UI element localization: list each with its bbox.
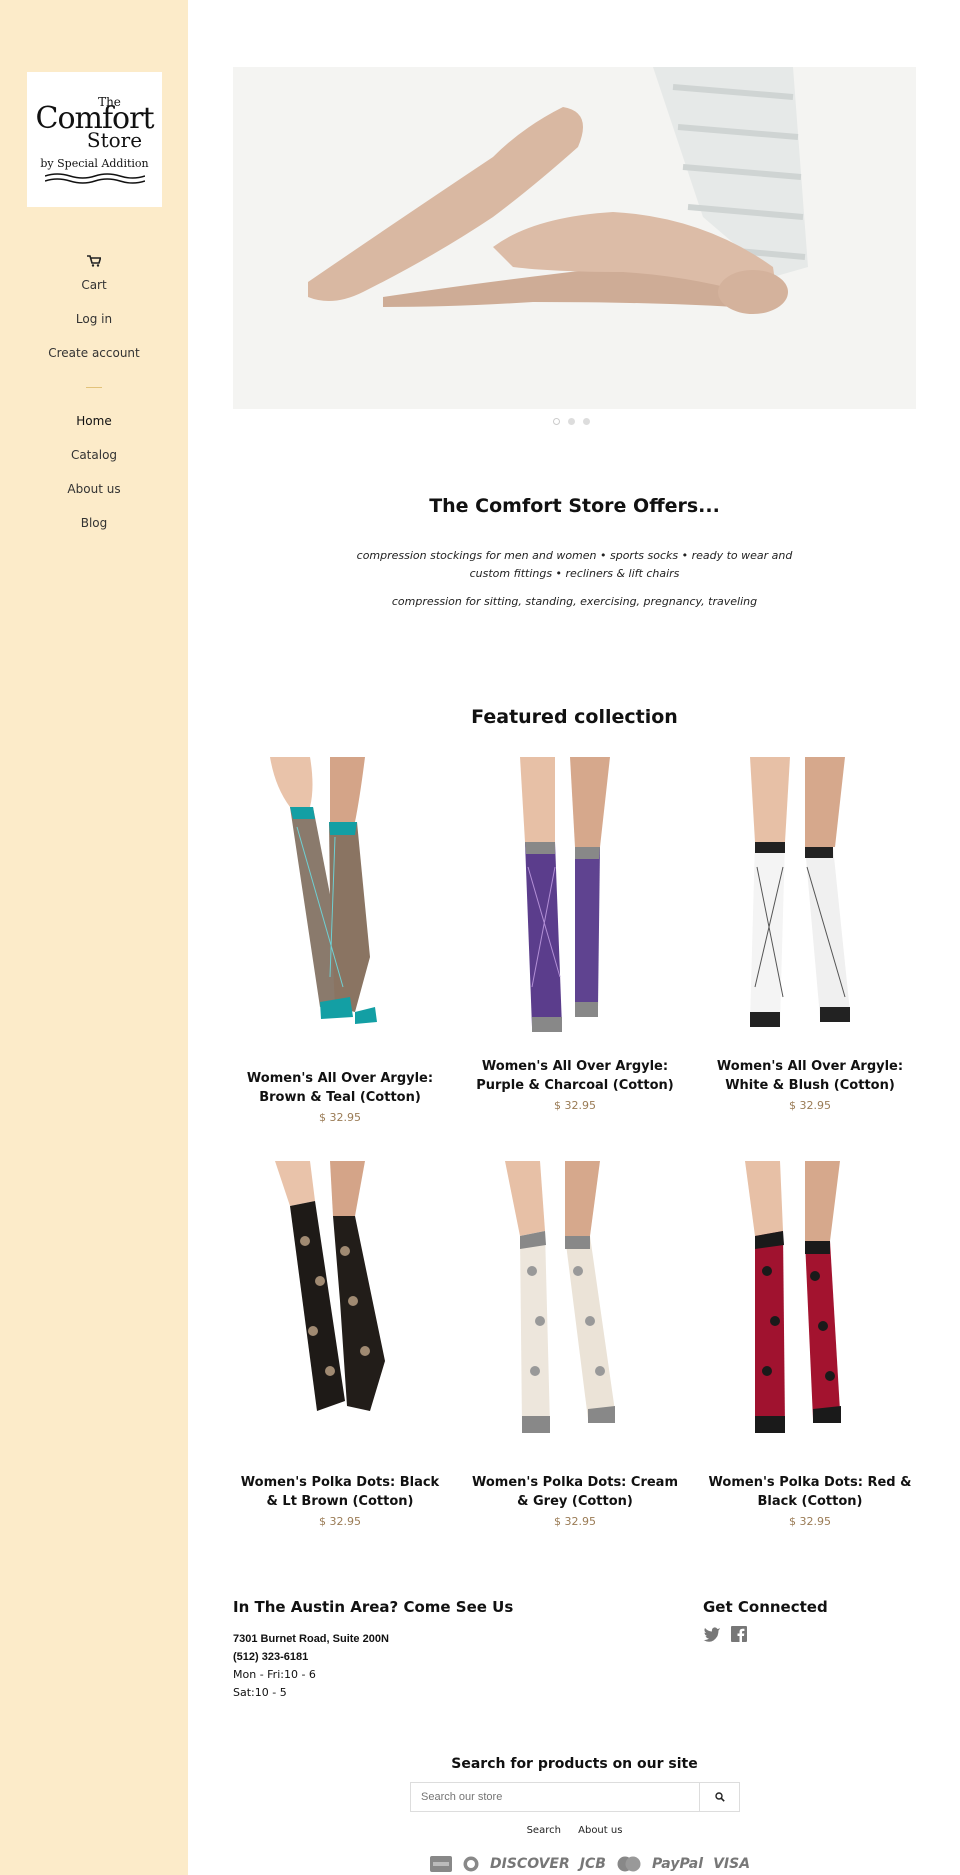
product-card[interactable]: Women's Polka Dots: Black & Lt Brown (Co… xyxy=(235,1161,445,1528)
nav-about-us[interactable]: About us xyxy=(0,472,188,506)
nav-catalog[interactable]: Catalog xyxy=(0,438,188,472)
login-link[interactable]: Log in xyxy=(0,302,188,336)
logo-byline: by Special Addition xyxy=(40,157,149,170)
store-hours-saturday: Sat:10 - 5 xyxy=(233,1686,287,1699)
sidebar: The Comfort Store by Special Addition Ca… xyxy=(0,0,188,1875)
offers-text-line2: custom fittings • recliners & lift chair… xyxy=(469,567,680,580)
twitter-icon[interactable] xyxy=(703,1626,721,1642)
product-card[interactable]: Women's Polka Dots: Red & Black (Cotton)… xyxy=(705,1161,915,1528)
account-nav: Cart Log in Create account xyxy=(0,268,188,370)
product-image[interactable] xyxy=(705,757,915,1047)
product-price: $ 32.95 xyxy=(319,1515,361,1528)
search-icon xyxy=(714,1792,725,1802)
nav-blog[interactable]: Blog xyxy=(0,506,188,540)
get-connected-heading: Get Connected xyxy=(703,1598,828,1616)
slideshow-dots xyxy=(553,418,590,425)
store-logo[interactable]: The Comfort Store by Special Addition xyxy=(27,72,162,207)
facebook-icon[interactable] xyxy=(731,1626,747,1642)
product-name[interactable]: Women's Polka Dots: Cream & Grey (Cotton… xyxy=(470,1473,680,1511)
footer-links: Search About us xyxy=(233,1825,916,1836)
footer-link-about-us[interactable]: About us xyxy=(578,1825,622,1836)
product-card[interactable]: Women's All Over Argyle: Purple & Charco… xyxy=(470,757,680,1112)
offers-text-line3: compression for sitting, standing, exerc… xyxy=(391,595,758,608)
product-image[interactable] xyxy=(705,1161,915,1451)
product-image[interactable] xyxy=(470,1161,680,1451)
hero-slideshow-image[interactable] xyxy=(233,67,916,409)
product-image[interactable] xyxy=(470,757,680,1047)
social-links xyxy=(703,1626,747,1642)
create-account-link[interactable]: Create account xyxy=(0,336,188,370)
cart-link[interactable]: Cart xyxy=(0,268,188,302)
main-nav: Home Catalog About us Blog xyxy=(0,404,188,540)
search-button[interactable] xyxy=(699,1783,739,1811)
product-price: $ 32.95 xyxy=(789,1099,831,1112)
product-card[interactable]: Women's All Over Argyle: Brown & Teal (C… xyxy=(235,757,445,1124)
slide-dot-3[interactable] xyxy=(583,418,590,425)
logo-waves xyxy=(44,173,145,184)
sidebar-divider xyxy=(86,387,102,388)
product-price: $ 32.95 xyxy=(789,1515,831,1528)
slide-dot-1[interactable] xyxy=(553,418,560,425)
diners-icon xyxy=(463,1856,479,1872)
nav-home[interactable]: Home xyxy=(0,404,188,438)
product-price: $ 32.95 xyxy=(319,1111,361,1124)
paypal-logo: PayPal xyxy=(651,1856,704,1872)
offers-text-line1: compression stockings for men and women … xyxy=(356,549,793,562)
footer-link-search[interactable]: Search xyxy=(527,1825,561,1836)
featured-collection-title: Featured collection xyxy=(471,706,678,728)
visa-logo: VISA xyxy=(713,1856,751,1872)
product-name[interactable]: Women's All Over Argyle: Purple & Charco… xyxy=(470,1057,680,1095)
search-heading: Search for products on our site xyxy=(451,1756,698,1772)
product-name[interactable]: Women's Polka Dots: Black & Lt Brown (Co… xyxy=(235,1473,445,1511)
product-image[interactable] xyxy=(235,1161,445,1451)
store-phone[interactable]: (512) 323-6181 xyxy=(233,1648,389,1666)
logo-store: Store xyxy=(86,128,143,152)
slide-dot-2[interactable] xyxy=(568,418,575,425)
product-name[interactable]: Women's All Over Argyle: White & Blush (… xyxy=(705,1057,915,1095)
hero-legs-image xyxy=(233,67,916,409)
product-card[interactable]: Women's Polka Dots: Cream & Grey (Cotton… xyxy=(470,1161,680,1528)
discover-logo: DISCOVER xyxy=(490,1856,570,1872)
jcb-logo: JCB xyxy=(579,1856,606,1872)
product-image[interactable] xyxy=(235,757,445,1047)
store-hours-weekday: Mon - Fri:10 - 6 xyxy=(233,1668,316,1681)
product-name[interactable]: Women's All Over Argyle: Brown & Teal (C… xyxy=(235,1069,445,1107)
mastercard-icon xyxy=(617,1856,641,1872)
product-price: $ 32.95 xyxy=(554,1515,596,1528)
offers-title: The Comfort Store Offers... xyxy=(429,495,720,517)
amex-icon xyxy=(430,1856,452,1872)
store-address-block: 7301 Burnet Road, Suite 200N (512) 323-6… xyxy=(233,1630,389,1702)
product-card[interactable]: Women's All Over Argyle: White & Blush (… xyxy=(705,757,915,1112)
search-form xyxy=(410,1782,740,1812)
payment-methods: DISCOVER JCB PayPal VISA xyxy=(430,1856,750,1872)
search-input[interactable] xyxy=(411,1783,699,1811)
cart-icon[interactable] xyxy=(87,255,101,267)
product-price: $ 32.95 xyxy=(554,1099,596,1112)
visit-us-heading: In The Austin Area? Come See Us xyxy=(233,1598,514,1616)
product-name[interactable]: Women's Polka Dots: Red & Black (Cotton) xyxy=(705,1473,915,1511)
store-address: 7301 Burnet Road, Suite 200N xyxy=(233,1633,389,1645)
